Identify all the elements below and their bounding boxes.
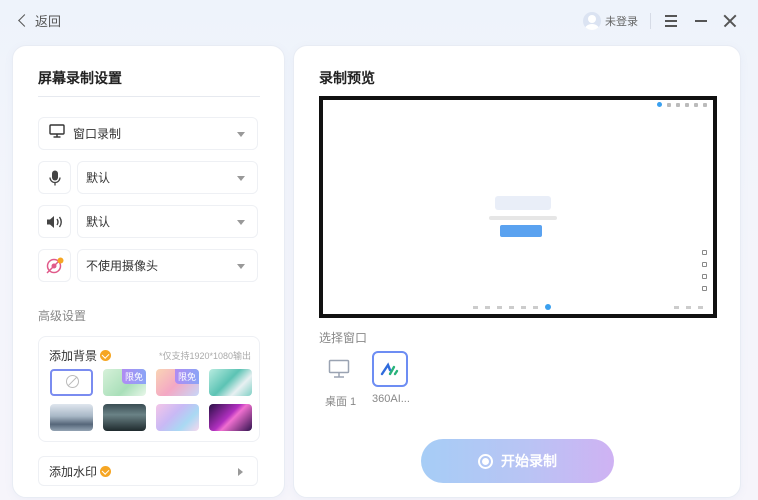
chevron-left-icon [18,14,31,27]
camera-off-icon [38,249,71,282]
background-card: 添加背景 *仅支持1920*1080输出 限免 限免 [38,336,260,442]
start-recording-button[interactable]: 开始录制 [421,439,614,483]
preview-side-icons [702,250,707,291]
chevron-down-icon [237,132,245,137]
user-login[interactable]: 未登录 [583,12,638,30]
monitor-icon [49,124,67,143]
preview-logo [495,196,551,210]
settings-panel: 屏幕录制设置 窗口录制 默认 默认 不使用摄像头 高级设置 添加背景 *仅支持1… [12,45,285,498]
speaker-select[interactable]: 默认 [77,205,258,238]
preview-button [500,225,542,237]
window-option-desktop[interactable] [321,351,357,387]
window-option-desktop-label: 桌面 1 [325,396,357,408]
background-title-text: 添加背景 [49,349,98,363]
vip-badge-icon [100,350,112,361]
preview-text [489,216,557,220]
close-icon[interactable] [721,12,739,30]
user-label: 未登录 [605,16,638,28]
vip-badge-icon [100,465,112,477]
record-mode-select[interactable]: 窗口录制 [38,117,258,150]
title-bar: 返回 未登录 [0,0,758,42]
background-neon-purple[interactable] [209,404,252,431]
background-hint: *仅支持1920*1080输出 [158,351,251,361]
watermark-title: 添加水印 [49,464,98,479]
background-mountain-fog[interactable] [50,404,93,431]
title-divider [38,96,260,97]
settings-title: 屏幕录制设置 [38,70,122,86]
preview-title: 录制预览 [319,70,375,86]
background-peach-gradient[interactable]: 限免 [156,369,199,396]
recording-preview [319,96,717,318]
chevron-down-icon [237,264,245,269]
window-option-360ai[interactable] [372,351,408,387]
record-icon [478,453,493,469]
window-option-360ai-label: 360AI... [372,393,410,405]
free-tag: 限免 [174,369,199,384]
background-dark-forest[interactable] [103,404,146,431]
microphone-select[interactable]: 默认 [77,161,258,194]
divider [650,13,651,29]
chevron-down-icon [237,176,245,181]
camera-select[interactable]: 不使用摄像头 [77,249,258,282]
preview-panel: 录制预览 选择窗口 桌面 1 360AI... 开始录制 [293,45,741,498]
app-logo-icon [380,362,399,376]
background-none[interactable] [50,369,93,396]
menu-icon[interactable] [662,12,680,30]
avatar-icon [583,12,601,30]
free-tag: 限免 [121,369,146,384]
background-teal-abstract[interactable] [209,369,252,396]
microphone-label: 默认 [86,171,111,185]
choose-window-label: 选择窗口 [319,331,368,345]
minimize-icon[interactable] [692,12,710,30]
speaker-label: 默认 [86,215,111,229]
watermark-row[interactable]: 添加水印 [38,456,258,486]
preview-bottom-bar [473,304,703,310]
background-pastel-waves[interactable] [156,404,199,431]
chevron-right-icon [238,468,243,476]
no-background-icon [66,375,79,388]
speaker-icon [38,205,71,238]
background-green-gradient[interactable]: 限免 [103,369,146,396]
background-title: 添加背景 [49,347,112,364]
preview-titlebar-icons [657,102,707,107]
back-label: 返回 [35,14,62,29]
camera-label: 不使用摄像头 [86,259,159,273]
back-button[interactable]: 返回 [16,11,61,30]
monitor-icon [328,359,350,378]
advanced-settings-label: 高级设置 [38,309,87,323]
start-recording-label: 开始录制 [501,453,557,469]
chevron-down-icon [237,220,245,225]
record-mode-label: 窗口录制 [73,127,122,141]
preview-screen [323,100,713,314]
microphone-icon [38,161,71,194]
